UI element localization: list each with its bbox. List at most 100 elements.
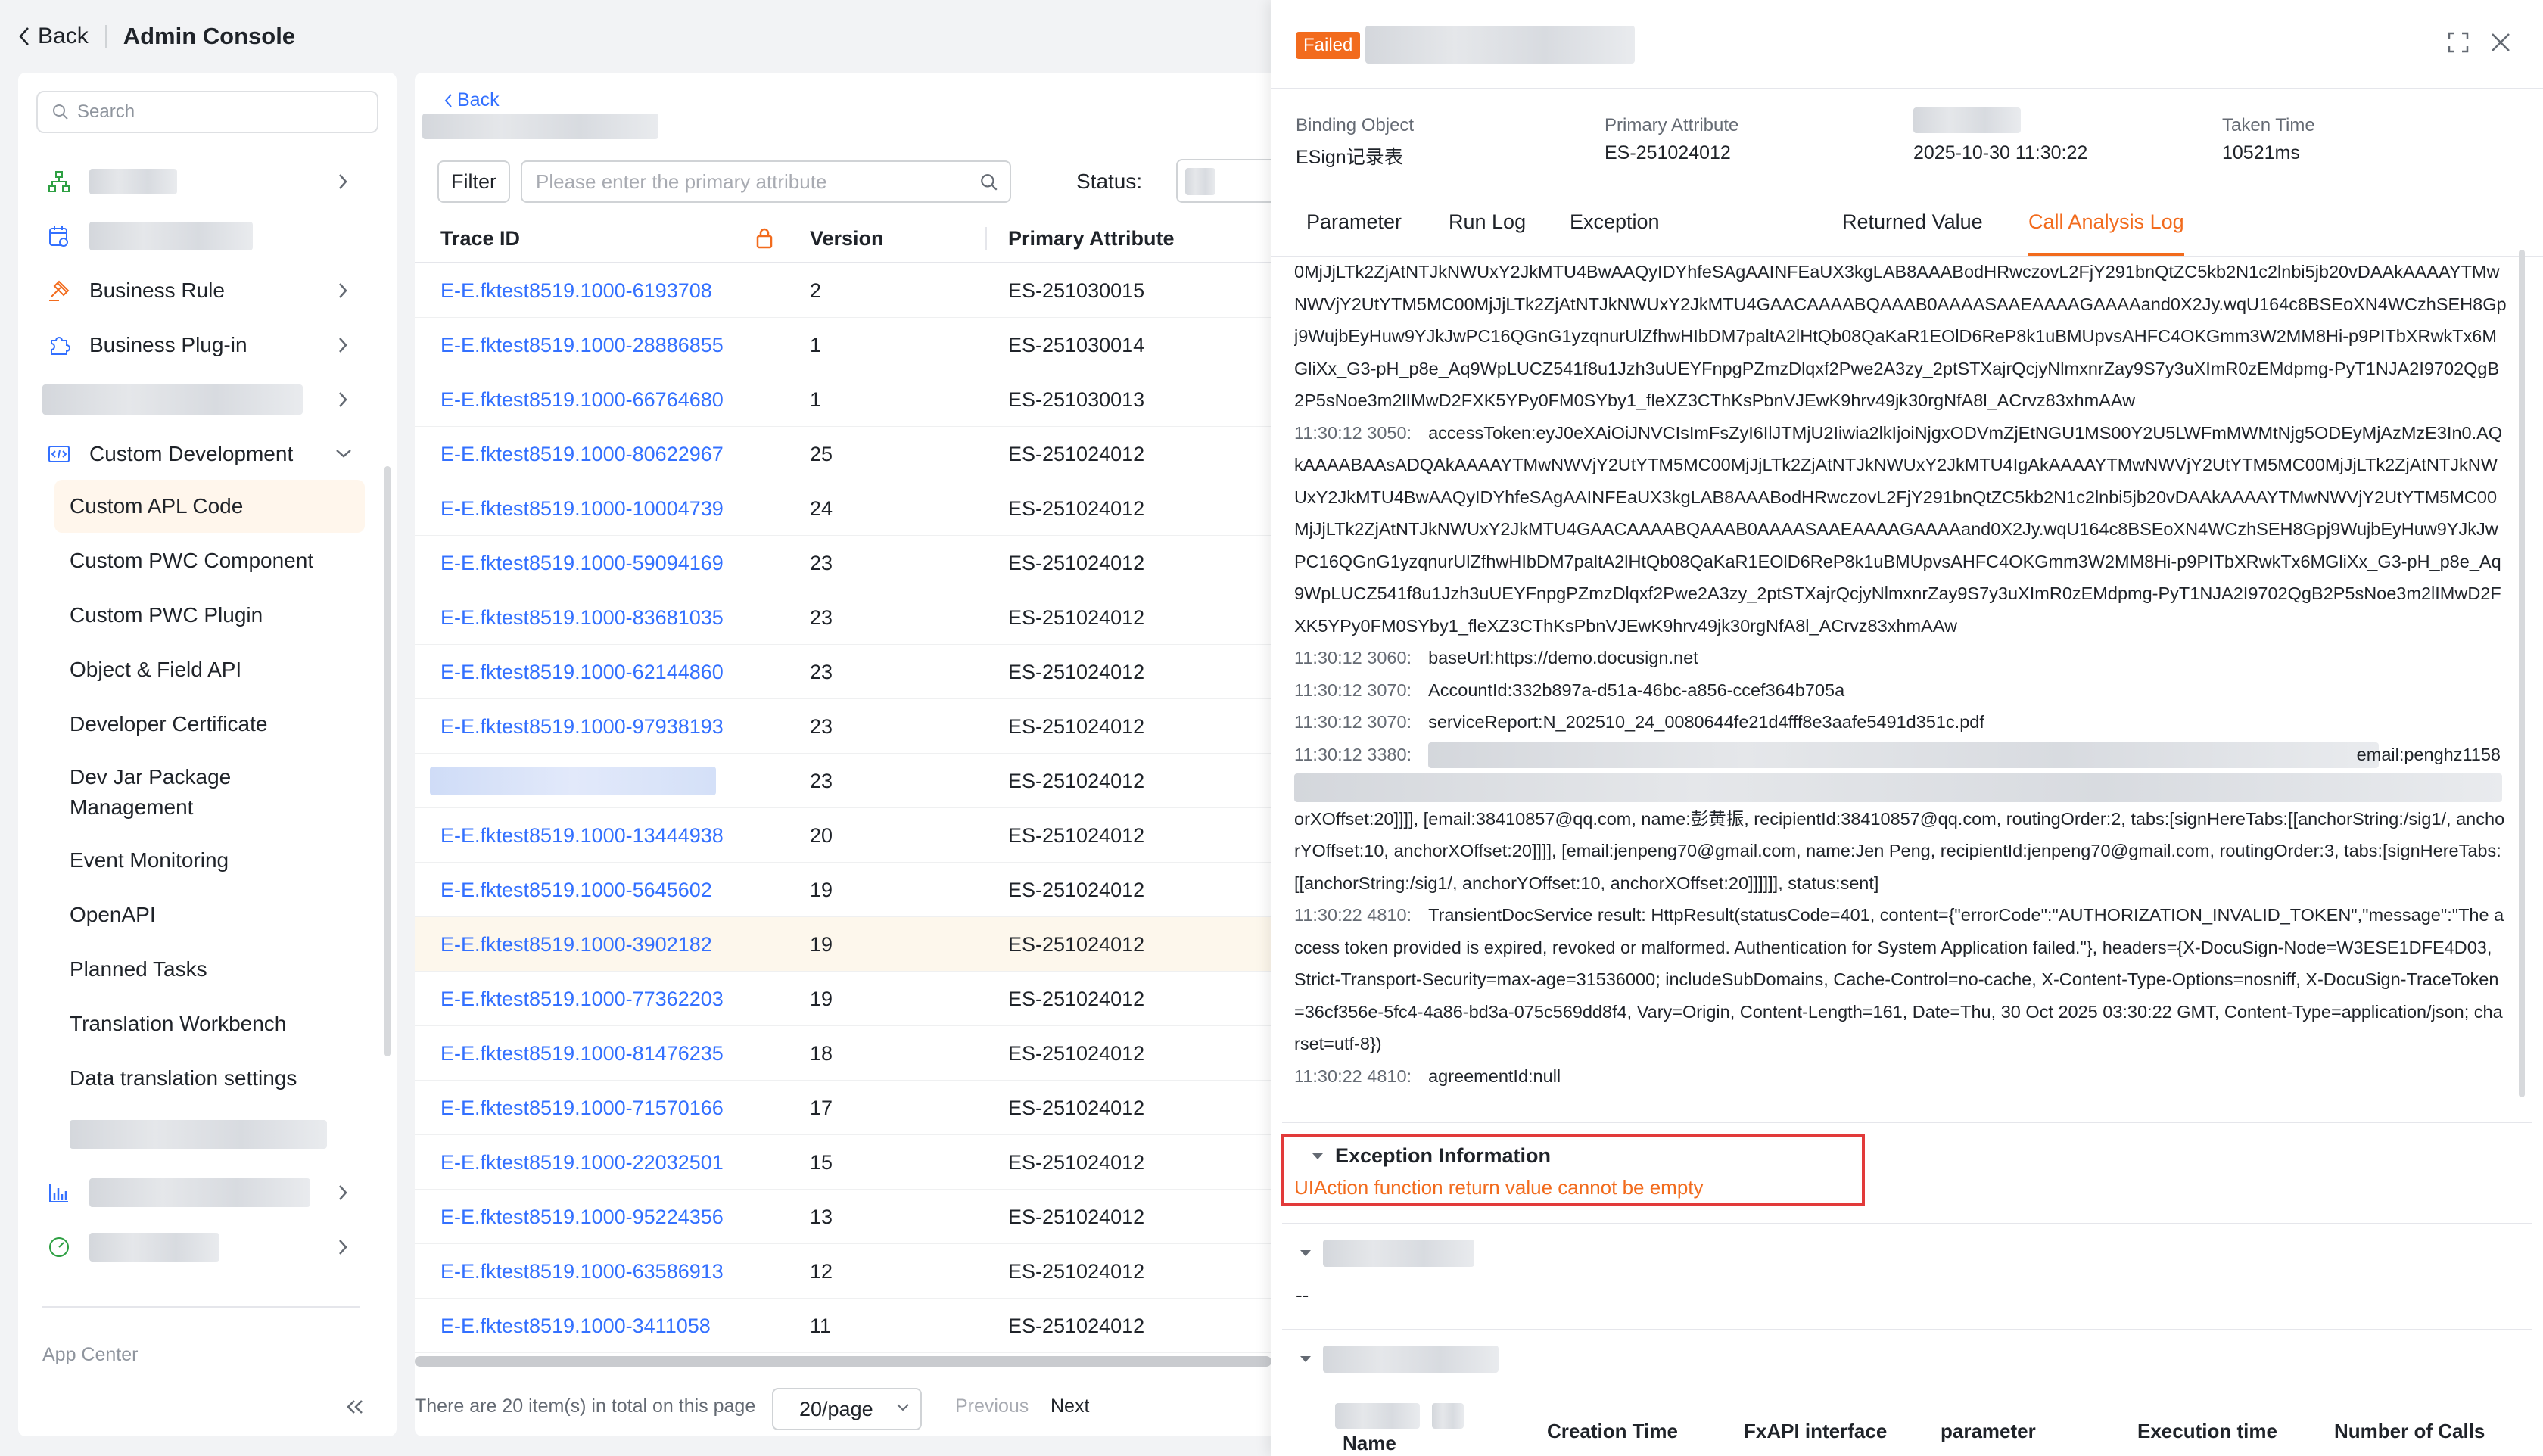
trace-id-link[interactable]: E-E.fktest8519.1000-63586913 bbox=[440, 1244, 724, 1299]
table-row[interactable]: E-E.fktest8519.1000-62144860 23 ES-2510240… bbox=[415, 645, 1272, 699]
column-header-trace-id[interactable]: Trace ID bbox=[440, 215, 520, 262]
sidebar-subitem[interactable]: Dev Jar Package Management bbox=[54, 754, 251, 831]
trace-id-link[interactable]: E-E.fktest8519.1000-6193708 bbox=[440, 263, 712, 318]
table-row[interactable]: E-E.fktest8519.1000-97938193 23 ES-2510240… bbox=[415, 699, 1272, 754]
trace-id-link[interactable]: E-E.fktest8519.1000-10004739 bbox=[440, 481, 724, 536]
sidebar-subitem[interactable]: Translation Workbench bbox=[54, 999, 365, 1049]
sidebar-item-hidden-4[interactable] bbox=[45, 1171, 378, 1214]
trace-id-link[interactable]: E-E.fktest8519.1000-22032501 bbox=[440, 1135, 724, 1190]
trace-id-link[interactable]: E-E.fktest8519.1000-59094169 bbox=[440, 536, 724, 590]
trace-id-link[interactable]: E-E.fktest8519.1000-3902182 bbox=[440, 917, 712, 972]
sidebar-subitem[interactable]: OpenAPI bbox=[54, 890, 365, 940]
trace-id-link[interactable]: E-E.fktest8519.1000-3411058 bbox=[440, 1299, 711, 1353]
table-row[interactable]: E-E.fktest8519.1000-77362203 19 ES-2510240… bbox=[415, 972, 1272, 1026]
trace-id-link[interactable]: E-E.fktest8519.1000-66764680 bbox=[440, 372, 724, 427]
table-row[interactable]: E-E.fktest8519.1000-3411058 11 ES-25102401… bbox=[415, 1299, 1272, 1353]
sidebar-subitem[interactable]: Event Monitoring bbox=[54, 835, 365, 885]
tab-run-log[interactable]: Run Log bbox=[1449, 210, 1526, 256]
trace-id-link[interactable]: E-E.fktest8519.1000-13444938 bbox=[440, 808, 724, 863]
table-row[interactable]: E-E.fktest8519.1000-59094169 23 ES-2510240… bbox=[415, 536, 1272, 590]
page-size-select[interactable]: 20/page bbox=[772, 1388, 922, 1430]
trace-id-link[interactable]: E-E.fktest8519.1000-5645602 bbox=[440, 863, 712, 917]
column-header-name[interactable]: Name bbox=[1343, 1432, 1396, 1455]
primary-attribute-cell: ES-251024012 bbox=[1008, 714, 1145, 738]
table-row[interactable]: 23 ES-251024012 bbox=[415, 754, 1272, 808]
horizontal-scrollbar[interactable] bbox=[415, 1356, 1272, 1367]
column-header-primary-attribute[interactable]: Primary Attribute bbox=[1008, 215, 1175, 262]
trace-id-link[interactable]: E-E.fktest8519.1000-95224356 bbox=[440, 1190, 724, 1244]
trace-id-link[interactable]: E-E.fktest8519.1000-28886855 bbox=[440, 318, 724, 372]
table-row[interactable]: E-E.fktest8519.1000-95224356 13 ES-2510240… bbox=[415, 1190, 1272, 1244]
trace-id-link[interactable]: E-E.fktest8519.1000-83681035 bbox=[440, 590, 724, 645]
status-select[interactable] bbox=[1176, 159, 1282, 203]
sidebar-item-business-rule[interactable]: Business Rule bbox=[45, 269, 378, 312]
previous-page-button[interactable]: Previous bbox=[955, 1395, 1029, 1417]
sidebar-subitem[interactable]: Custom PWC Component bbox=[54, 536, 365, 586]
version-cell: 2 bbox=[810, 278, 822, 302]
column-header-number-of-calls[interactable]: Number of Calls bbox=[2334, 1420, 2485, 1443]
table-row[interactable]: E-E.fktest8519.1000-80622967 25 ES-2510240… bbox=[415, 427, 1272, 481]
log-timestamp: 11:30:12 3380: bbox=[1294, 744, 1412, 764]
trace-id-link[interactable]: E-E.fktest8519.1000-62144860 bbox=[440, 645, 724, 699]
log-scrollbar[interactable] bbox=[2519, 250, 2525, 1097]
table-row[interactable]: E-E.fktest8519.1000-28886855 1 ES-25103001… bbox=[415, 318, 1272, 372]
column-header-execution-time[interactable]: Execution time bbox=[2137, 1420, 2277, 1443]
search-input[interactable]: Search bbox=[36, 91, 378, 133]
table-row[interactable]: E-E.fktest8519.1000-22032501 15 ES-2510240… bbox=[415, 1135, 1272, 1190]
close-icon[interactable] bbox=[2489, 30, 2513, 54]
table-row[interactable]: E-E.fktest8519.1000-5645602 19 ES-25102401… bbox=[415, 863, 1272, 917]
primary-attribute-cell: ES-251024012 bbox=[1008, 442, 1145, 465]
column-header-fxapi-interface[interactable]: FxAPI interface bbox=[1744, 1420, 1887, 1443]
sidebar-item-custom-development[interactable]: Custom Development bbox=[45, 433, 378, 475]
table-row[interactable]: E-E.fktest8519.1000-83681035 23 ES-2510240… bbox=[415, 590, 1272, 645]
exception-title[interactable]: Exception Information bbox=[1311, 1144, 1551, 1168]
trace-id-link[interactable]: E-E.fktest8519.1000-71570166 bbox=[440, 1081, 724, 1135]
table-row[interactable]: E-E.fktest8519.1000-10004739 24 ES-2510240… bbox=[415, 481, 1272, 536]
trace-id-link[interactable]: E-E.fktest8519.1000-80622967 bbox=[440, 427, 724, 481]
tab-returned-value[interactable]: Returned Value bbox=[1842, 210, 1983, 256]
column-header-creation-time[interactable]: Creation Time bbox=[1547, 1420, 1678, 1443]
collapsed-section-toggle[interactable] bbox=[1299, 1240, 1474, 1267]
sidebar-subitem[interactable]: Data translation settings bbox=[54, 1053, 365, 1103]
fullscreen-icon[interactable] bbox=[2446, 30, 2470, 54]
version-cell: 23 bbox=[810, 605, 833, 629]
sidebar-subitem-custom-apl-code[interactable]: Custom APL Code bbox=[54, 480, 365, 533]
back-button[interactable]: Back bbox=[18, 23, 89, 49]
scrollbar[interactable] bbox=[384, 466, 391, 1056]
trace-id-link[interactable] bbox=[430, 754, 716, 808]
table-row[interactable]: E-E.fktest8519.1000-81476235 18 ES-2510240… bbox=[415, 1026, 1272, 1081]
collapse-sidebar-icon[interactable] bbox=[345, 1397, 365, 1420]
sidebar-subitem[interactable]: Developer Certificate bbox=[54, 699, 365, 749]
table-row[interactable]: E-E.fktest8519.1000-6193708 2 ES-251030015 bbox=[415, 263, 1272, 318]
sidebar-item-business-plugin[interactable]: Business Plug-in bbox=[45, 324, 378, 366]
sidebar-item-hidden-3[interactable] bbox=[42, 378, 378, 421]
sidebar-subitem[interactable]: Object & Field API bbox=[54, 645, 365, 695]
version-cell: 17 bbox=[810, 1096, 833, 1119]
next-page-button[interactable]: Next bbox=[1051, 1395, 1089, 1417]
sidebar-item-hidden-2[interactable] bbox=[45, 215, 378, 257]
trace-id-link[interactable]: E-E.fktest8519.1000-97938193 bbox=[440, 699, 724, 754]
collapsed-section-toggle[interactable] bbox=[1299, 1346, 1499, 1373]
sidebar-subitem-hidden[interactable] bbox=[54, 1109, 365, 1159]
sidebar-item-hidden-1[interactable] bbox=[45, 160, 378, 203]
column-header-version[interactable]: Version bbox=[810, 215, 884, 262]
sidebar-subitem[interactable]: Custom PWC Plugin bbox=[54, 590, 365, 640]
log-line: 11:30:22 4810: agreementId:null bbox=[1294, 1060, 2507, 1093]
table-row[interactable]: E-E.fktest8519.1000-71570166 17 ES-2510240… bbox=[415, 1081, 1272, 1135]
column-header-parameter[interactable]: parameter bbox=[1941, 1420, 2036, 1443]
tab-parameter[interactable]: Parameter bbox=[1306, 210, 1402, 256]
table-row[interactable]: E-E.fktest8519.1000-66764680 1 ES-25103001… bbox=[415, 372, 1272, 427]
table-row[interactable]: E-E.fktest8519.1000-13444938 20 ES-2510240… bbox=[415, 808, 1272, 863]
tab-call-analysis-log[interactable]: Call Analysis Log bbox=[2028, 210, 2184, 256]
lock-icon[interactable] bbox=[755, 215, 773, 262]
trace-id-link[interactable]: E-E.fktest8519.1000-81476235 bbox=[440, 1026, 724, 1081]
back-link[interactable]: Back bbox=[444, 89, 500, 111]
trace-id-link[interactable]: E-E.fktest8519.1000-77362203 bbox=[440, 972, 724, 1026]
table-row[interactable]: E-E.fktest8519.1000-3902182 19 ES-25102401… bbox=[415, 917, 1272, 972]
filter-button[interactable]: Filter bbox=[437, 160, 510, 203]
tab-exception[interactable]: Exception bbox=[1570, 210, 1660, 256]
table-row[interactable]: E-E.fktest8519.1000-63586913 12 ES-2510240… bbox=[415, 1244, 1272, 1299]
sidebar-subitem[interactable]: Planned Tasks bbox=[54, 944, 365, 994]
sidebar-item-hidden-5[interactable] bbox=[45, 1226, 378, 1268]
primary-attribute-filter-input[interactable]: Please enter the primary attribute bbox=[521, 160, 1011, 203]
